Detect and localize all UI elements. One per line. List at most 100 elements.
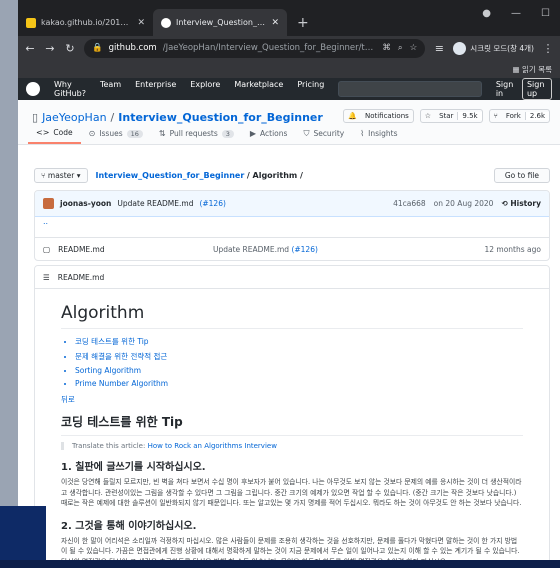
lock-icon[interactable]: 🔒 <box>92 43 103 53</box>
repo-tabs: <> Code ⊙ Issues 16 ⇅ Pull requests 3 ▶ Action… <box>28 123 405 144</box>
star-button[interactable]: ☆ Star 9.5k <box>419 109 483 123</box>
issue-icon: ⊙ <box>88 129 96 138</box>
incognito-profile[interactable]: 시크릿 모드(창 4개) <box>453 41 534 55</box>
url-path: /JaeYeopHan/Interview_Question_for_Begin… <box>162 43 377 53</box>
parent-directory-link[interactable]: .. <box>35 217 549 238</box>
translate-link[interactable]: How to Rock an Algorithms Interview <box>148 442 277 450</box>
tab-security[interactable]: ⛉ Security <box>295 123 352 144</box>
commit-author[interactable]: joonas-yoon <box>60 199 111 208</box>
list-icon[interactable]: ☰ <box>43 273 50 282</box>
table-of-contents: 코딩 테스트를 위한 Tip 문제 해결을 위한 전략적 접근 Sorting … <box>61 336 523 388</box>
tab-label: Code <box>53 128 73 137</box>
history-link[interactable]: ⟲ History <box>501 199 541 208</box>
file-name[interactable]: README.md <box>58 245 105 254</box>
breadcrumb: Interview_Question_for_Beginner / Algori… <box>96 171 303 180</box>
code-icon: <> <box>36 128 50 137</box>
profile-label: 시크릿 모드(창 4개) <box>470 43 534 53</box>
github-page: Why GitHub? Team Enterprise Explore Mark… <box>18 78 560 568</box>
nav-team[interactable]: Team <box>100 80 121 98</box>
fork-icon: ⑂ <box>493 112 498 120</box>
back-link[interactable]: 뒤로 <box>61 394 523 405</box>
kakao-favicon-icon <box>26 17 36 28</box>
background-window <box>0 506 46 568</box>
tab-label: Issues <box>99 129 123 138</box>
github-logo-icon[interactable] <box>26 82 40 96</box>
zoom-icon[interactable]: ⌕ <box>398 43 403 53</box>
translate-note: Translate this article: How to Rock an A… <box>61 442 523 450</box>
nav-marketplace[interactable]: Marketplace <box>234 80 283 98</box>
pull-requests-counter: 3 <box>221 129 234 138</box>
tab-title: Interview_Question_for_Beginne <box>176 18 267 27</box>
bookmark-star-icon[interactable]: ☆ <box>410 43 418 53</box>
breadcrumb-repo-link[interactable]: Interview_Question_for_Beginner <box>96 171 245 180</box>
bookmarks-bar: ▦ 읽기 목록 <box>18 60 560 78</box>
tab-pull-requests[interactable]: ⇅ Pull requests 3 <box>151 123 242 144</box>
tab-issues[interactable]: ⊙ Issues 16 <box>81 123 151 144</box>
subsection-title-1: 1. 칠판에 글쓰기를 시작하십시오. <box>61 462 206 473</box>
subsection-title-2: 2. 그것을 통해 이야기하십시오. <box>61 520 197 532</box>
more-menu-icon[interactable]: ⋮ <box>542 42 554 55</box>
readme-header: ☰ README.md <box>35 266 549 289</box>
reading-list-button[interactable]: ▦ 읽기 목록 <box>513 64 552 75</box>
sign-up-button[interactable]: Sign up <box>521 78 552 100</box>
reload-icon[interactable]: ↻ <box>64 42 76 55</box>
browser-tab-github[interactable]: Interview_Question_for_Beginne ✕ <box>153 9 287 36</box>
tab-search-icon[interactable]: ● <box>482 8 491 19</box>
nav-enterprise[interactable]: Enterprise <box>135 80 176 98</box>
toc-item[interactable]: 문제 해결을 위한 전략적 접근 <box>75 351 523 362</box>
readme-body: Algorithm 코딩 테스트를 위한 Tip 문제 해결을 위한 전략적 접… <box>35 289 549 568</box>
tab-label: Security <box>313 129 345 138</box>
sign-in-link[interactable]: Sign in <box>496 80 514 98</box>
install-app-icon[interactable]: ⌘ <box>382 43 391 53</box>
readme-title: Algorithm <box>61 303 523 329</box>
shield-icon: ⛉ <box>303 128 310 138</box>
tab-code[interactable]: <> Code <box>28 123 81 144</box>
file-commit-message[interactable]: Update README.md <box>213 245 289 254</box>
commit-pr-link[interactable]: (#126) <box>199 199 225 208</box>
nav-pricing[interactable]: Pricing <box>297 80 324 98</box>
paragraph-1: 이것은 당연해 들릴지 모르지만, 빈 벽을 쳐다 보면서 수십 명이 후보자가… <box>61 478 522 508</box>
history-label: History <box>510 199 541 208</box>
close-tab-icon[interactable]: ✕ <box>271 18 279 28</box>
file-list: joonas-yoon Update README.md (#126) 41ca… <box>34 190 550 261</box>
nav-explore[interactable]: Explore <box>190 80 220 98</box>
tab-title: kakao.github.io/2019-08-01-gra <box>41 18 133 27</box>
fork-count: 2.6k <box>524 112 549 120</box>
commit-message[interactable]: Update README.md <box>117 199 193 208</box>
toc-item[interactable]: 코딩 테스트를 위한 Tip <box>75 336 523 347</box>
close-tab-icon[interactable]: ✕ <box>137 18 145 28</box>
github-header: Why GitHub? Team Enterprise Explore Mark… <box>18 78 560 100</box>
address-bar[interactable]: 🔒 github.com/JaeYeopHan/Interview_Questi… <box>84 38 426 58</box>
new-tab-button[interactable]: + <box>287 15 319 36</box>
go-to-file-button[interactable]: Go to file <box>493 167 550 183</box>
notifications-button[interactable]: 🔔 Notifications <box>343 109 414 123</box>
star-count: 9.5k <box>457 112 482 120</box>
star-icon: ☆ <box>424 112 432 120</box>
forward-arrow-icon[interactable]: → <box>44 42 56 55</box>
commit-hash[interactable]: 41ca668 <box>393 199 426 208</box>
toc-item[interactable]: Sorting Algorithm <box>75 366 523 375</box>
branch-name: master <box>47 170 75 180</box>
file-age: 12 months ago <box>484 244 541 254</box>
file-row[interactable]: ▢ README.md Update README.md (#126) 12 mo… <box>35 238 549 260</box>
breadcrumb-path: / Algorithm / <box>246 170 303 180</box>
toc-item[interactable]: Prime Number Algorithm <box>75 379 523 388</box>
author-avatar[interactable] <box>43 198 54 209</box>
fork-button[interactable]: ⑂ Fork 2.6k <box>488 109 550 123</box>
reading-list-icon[interactable]: ≡ <box>433 42 445 55</box>
browser-tab-kakao[interactable]: kakao.github.io/2019-08-01-gra ✕ <box>18 9 153 36</box>
minimize-icon[interactable]: — <box>511 8 521 19</box>
tab-insights[interactable]: ⌇ Insights <box>352 123 405 144</box>
branch-select-button[interactable]: ⑂ master ▾ <box>34 167 88 183</box>
github-search-input[interactable] <box>338 81 482 97</box>
nav-why-github[interactable]: Why GitHub? <box>54 80 86 98</box>
browser-tab-strip: kakao.github.io/2019-08-01-gra ✕ Intervi… <box>18 0 560 36</box>
maximize-icon[interactable]: ☐ <box>541 8 550 19</box>
fork-label: Fork <box>505 112 521 120</box>
bell-icon: 🔔 <box>348 112 357 120</box>
tab-actions[interactable]: ▶ Actions <box>242 123 296 144</box>
file-commit-pr[interactable]: (#126) <box>291 245 317 254</box>
back-arrow-icon[interactable]: ← <box>24 42 36 55</box>
play-icon: ▶ <box>249 129 257 138</box>
tab-label: Actions <box>260 129 288 138</box>
